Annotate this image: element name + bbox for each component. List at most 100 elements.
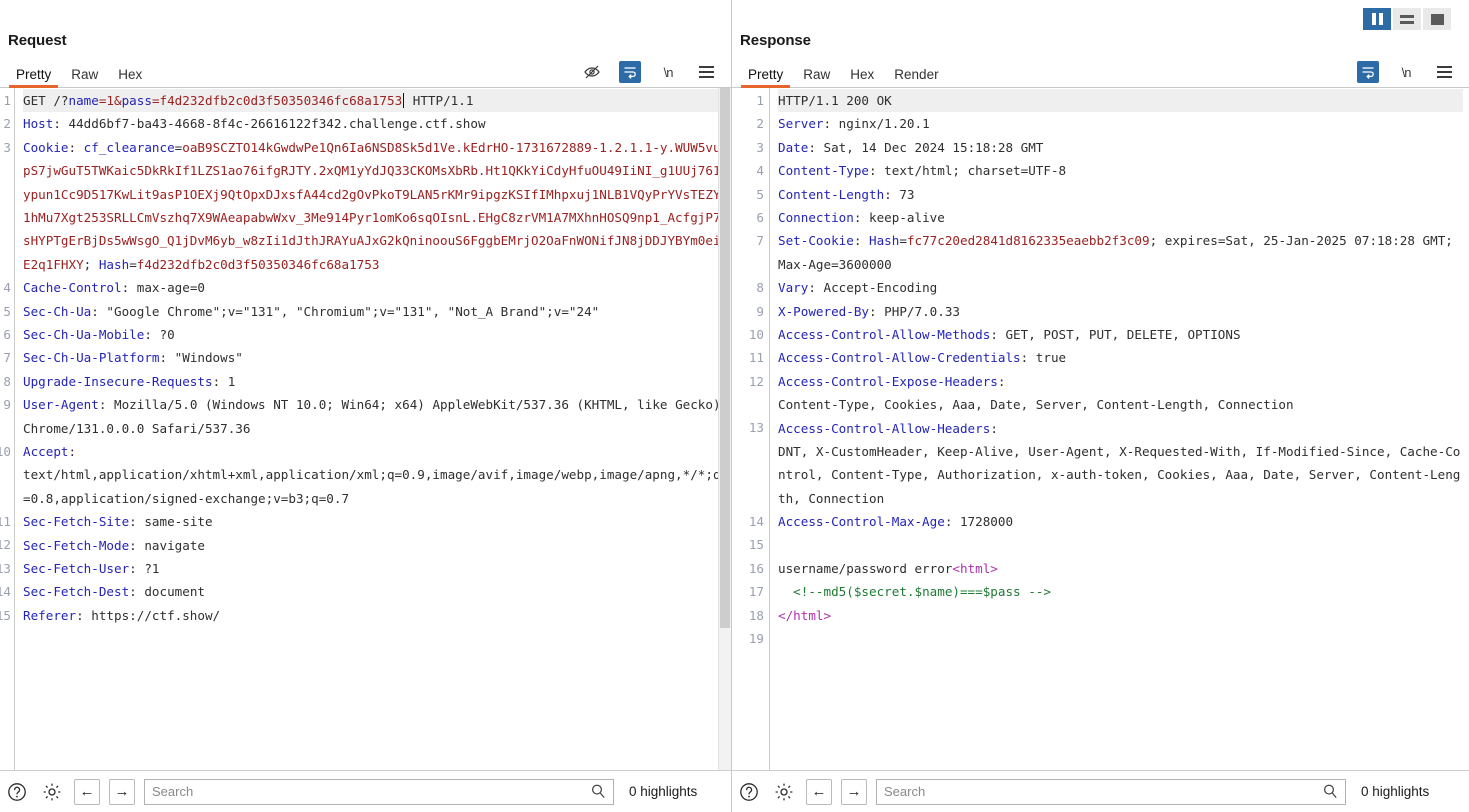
code-line: <!--md5($secret.$name)===$pass --> [793,584,1051,600]
eye-slash-icon[interactable] [581,61,603,83]
line-number [0,206,11,229]
search-input[interactable] [144,778,614,805]
code-line: Access-Control-Allow-Methods: GET, POST,… [778,326,1241,342]
request-search-wrapper [144,778,614,805]
scrollbar-thumb[interactable] [720,88,730,628]
request-title: Request [8,32,67,49]
line-number: 5 [756,186,764,202]
code-line: Accept: text/html,application/xhtml+xml,… [23,444,721,506]
line-number: 9 [756,303,764,319]
line-number: 1 [756,93,764,108]
menu-icon[interactable] [695,61,717,83]
response-search-wrapper [876,778,1346,805]
code-line: Sec-Ch-Ua: "Google Chrome";v="131", "Chr… [23,303,600,319]
request-tabstrip: Pretty Raw Hex \n [0,60,731,88]
line-number [0,416,11,439]
tab-response-pretty[interactable]: Pretty [738,67,793,88]
layout-vertical-split-button[interactable] [1363,8,1391,30]
line-number: 1 [3,93,11,108]
response-bottom-toolbar: ← → 0 highlights [732,770,1469,812]
code-line: HTTP/1.1 200 OK [778,89,1463,113]
request-tab-icons: \n [581,61,731,87]
line-number: 12 [0,537,11,553]
layout-horizontal-split-button[interactable] [1393,8,1421,30]
word-wrap-icon[interactable] [619,61,641,83]
code-line: Vary: Accept-Encoding [778,280,938,296]
line-number: 13 [748,420,764,436]
line-number: 15 [0,607,11,623]
request-code[interactable]: GET /?name=1&pass=f4d232dfb2c0d3f5035034… [15,88,731,770]
code-line: Cookie: cf_clearance=oaB9SCZTO14kGwdwPe1… [23,139,721,272]
code-line: GET /?name=1&pass=f4d232dfb2c0d3f5035034… [23,89,725,113]
search-prev-button[interactable]: ← [74,778,100,805]
filled-square-icon [1430,13,1444,25]
line-number: 6 [3,326,11,342]
code-line: </html> [778,607,832,623]
hamburger-glyph [698,66,714,78]
show-newlines-icon[interactable]: \n [657,61,679,83]
line-number: 2 [3,116,11,132]
response-editor[interactable]: 1 2 3 4 5 6 7 8 9 10 11 12 13 14 15 16 17 18 19 HTTP/1.1 2… [732,88,1469,770]
request-line-gutter: 123456789101112131415 [0,88,15,770]
code-line: Sec-Ch-Ua-Mobile: ?0 [23,327,175,343]
line-number [732,253,764,276]
newline-label: \n [1401,64,1412,80]
line-number: 10 [748,326,764,342]
code-line: username/password error<html> [778,560,998,576]
code-line: Cache-Control: max-age=0 [23,280,205,296]
text-caret [403,93,405,108]
menu-icon[interactable] [1433,61,1455,83]
response-code[interactable]: HTTP/1.1 200 OK Server: nginx/1.20.1 Date:… [770,88,1469,770]
hamburger-glyph [1436,66,1452,78]
line-number: 12 [748,373,764,389]
code-line: Sec-Fetch-Dest: document [23,584,205,600]
code-line: Referer: https://ctf.show/ [23,607,221,623]
request-editor[interactable]: 123456789101112131415 GET /?name=1&pass=… [0,88,731,770]
line-number: 17 [748,584,764,600]
code-line: Sec-Fetch-User: ?1 [23,561,160,576]
gear-icon[interactable] [39,779,65,805]
line-number [0,183,11,206]
tab-request-hex[interactable]: Hex [108,67,152,88]
line-number: 5 [3,303,11,319]
line-number: 13 [0,560,11,576]
request-vertical-scrollbar[interactable] [718,88,731,770]
tab-request-pretty[interactable]: Pretty [6,67,61,88]
search-next-button[interactable]: → [841,778,867,805]
code-line: X-Powered-By: PHP/7.0.33 [778,303,960,319]
search-input[interactable] [876,778,1346,805]
search-next-button[interactable]: → [109,778,135,805]
line-number: 2 [756,116,764,132]
line-number: 14 [0,584,11,600]
tab-response-raw[interactable]: Raw [793,67,840,88]
gear-icon[interactable] [771,779,797,805]
word-wrap-icon[interactable] [1357,61,1379,83]
search-prev-button[interactable]: ← [806,778,832,805]
tab-response-hex[interactable]: Hex [840,67,884,88]
code-line: Access-Control-Max-Age: 1728000 [778,514,1014,530]
code-line: User-Agent: Mozilla/5.0 (Windows NT 10.0… [23,397,721,436]
line-number: 8 [756,280,764,296]
line-number: 4 [3,280,11,296]
tab-response-render[interactable]: Render [884,67,948,88]
show-newlines-icon[interactable]: \n [1395,61,1417,83]
response-line-gutter: 1 2 3 4 5 6 7 8 9 10 11 12 13 14 15 16 17 18 19 [732,88,770,770]
tab-request-raw[interactable]: Raw [61,67,108,88]
question-circle-icon[interactable] [4,779,30,805]
response-highlight-count: 0 highlights [1361,784,1430,799]
line-number: 10 [0,443,11,459]
code-line: Host: 44dd6bf7-ba43-4668-8f4c-26616122f3… [23,116,486,132]
line-number: 7 [3,350,11,366]
code-line: Set-Cookie: Hash=fc77c20ed2841d8162335ea… [778,233,1461,272]
code-line: Date: Sat, 14 Dec 2024 15:18:28 GMT [778,139,1044,155]
line-number: 4 [756,163,764,179]
question-circle-icon[interactable] [736,779,762,805]
layout-single-pane-button[interactable] [1423,8,1451,30]
line-number [732,463,764,486]
line-number: 8 [3,373,11,389]
code-line: Server: nginx/1.20.1 [778,116,930,132]
code-line: Connection: keep-alive [778,209,945,225]
line-number [732,440,764,463]
